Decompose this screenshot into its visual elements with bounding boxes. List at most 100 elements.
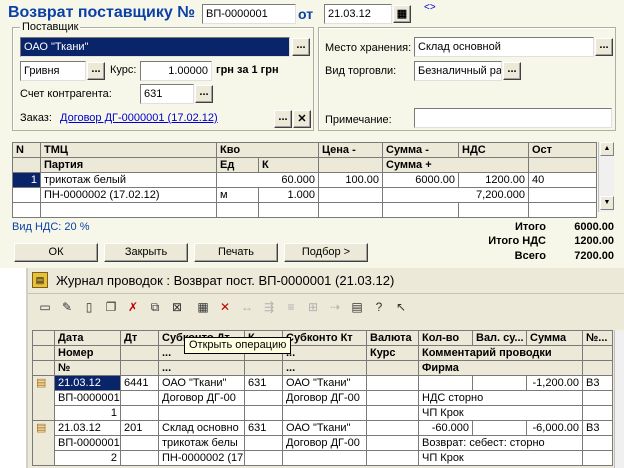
level-icon[interactable]: ≡: [282, 298, 300, 316]
table-row[interactable]: ВП-0000001 Договор ДГ-00 Договор ДГ-00 Н…: [33, 390, 613, 406]
expand-icon[interactable]: ↔: [238, 298, 256, 316]
row-qty[interactable]: 60.000: [216, 172, 319, 188]
order-select-button[interactable]: ...: [274, 110, 292, 128]
edit-entry-icon[interactable]: ✎: [58, 298, 76, 316]
entry-sub-kt[interactable]: ОАО "Ткани": [282, 375, 367, 391]
entry-kt[interactable]: 631: [244, 420, 283, 436]
pick-button[interactable]: Подбор >: [284, 243, 368, 262]
table-row[interactable]: ПН-0000002 (17.02.12) м 1.000 7,200.000: [12, 187, 597, 203]
row-price[interactable]: 100.00: [318, 172, 383, 188]
entry-kt[interactable]: 631: [244, 375, 283, 391]
remove-icon[interactable]: ✕: [216, 298, 234, 316]
table-row[interactable]: ▤ 21.03.12 201 Склад основно 631 ОАО "Тк…: [32, 420, 613, 466]
row-unit[interactable]: м: [216, 187, 259, 203]
currency-field[interactable]: Гривня: [20, 61, 86, 81]
col-vat: НДС: [458, 142, 529, 158]
entry-comment[interactable]: НДС сторно: [418, 390, 583, 406]
entry-firm[interactable]: ЧП Крок: [418, 405, 583, 421]
journal-table[interactable]: Дата Дт Субконто Дт К Субконто Кт Валюта…: [32, 330, 613, 466]
row-number[interactable]: 1: [12, 172, 41, 188]
scroll-down-icon[interactable]: ▼: [600, 196, 614, 210]
entry-date[interactable]: 21.03.12: [54, 375, 121, 391]
order-clear-button[interactable]: ✕: [293, 110, 311, 128]
row-sum-plus[interactable]: 7,200.000: [382, 187, 529, 203]
entry-dt[interactable]: 201: [120, 420, 159, 436]
trade-select-button[interactable]: ...: [503, 62, 521, 80]
entry-comment[interactable]: Возврат: себест: сторно: [418, 435, 583, 451]
rate-field[interactable]: 1.00000: [140, 61, 212, 81]
entry-number[interactable]: ВП-0000001: [54, 435, 121, 451]
entry-no[interactable]: 1: [54, 405, 121, 421]
row-ost[interactable]: 40: [528, 172, 597, 188]
journal-header-row-2: Номер ... ... Курс Комментарий проводки: [32, 345, 613, 361]
currency-select-button[interactable]: ...: [87, 62, 105, 80]
goods-table[interactable]: N ТМЦ Кво Цена - Сумма - НДС Ост Партия …: [12, 142, 597, 218]
calendar-button[interactable]: ▦: [393, 5, 411, 23]
date-field[interactable]: 21.03.12: [324, 4, 392, 24]
entry-sub-dt[interactable]: ОАО "Ткани": [158, 375, 245, 391]
entry-sum[interactable]: -6,000.00: [526, 420, 583, 436]
entry-qty[interactable]: -60.000: [418, 420, 473, 436]
doc-number-field[interactable]: ВП-0000001: [202, 4, 296, 24]
entry-number[interactable]: ВП-0000001: [54, 390, 121, 406]
delete-mark-icon[interactable]: ✗: [124, 298, 142, 316]
table-row-empty[interactable]: [12, 202, 597, 218]
entry-no[interactable]: 2: [54, 450, 121, 466]
journal-window: ▤ Журнал проводок : Возврат пост. ВП-000…: [26, 268, 624, 468]
entry-sub-dt[interactable]: Склад основно: [158, 420, 245, 436]
print-button[interactable]: Печать: [194, 243, 278, 262]
entry-dt[interactable]: 6441: [120, 375, 159, 391]
row-item[interactable]: трикотаж белый: [40, 172, 217, 188]
table-row[interactable]: 2 ПН-0000002 (17 ЧП Крок: [33, 450, 613, 466]
table-row[interactable]: 1 трикотаж белый 60.000 100.00 6000.00 1…: [12, 172, 597, 188]
supplier-field[interactable]: ОАО "Ткани": [20, 37, 290, 57]
cancel-icon[interactable]: ⊠: [168, 298, 186, 316]
table-row[interactable]: 1 ЧП Крок: [33, 405, 613, 421]
total-vat-label: Итого НДС: [488, 235, 546, 247]
entry-qty[interactable]: [418, 375, 473, 391]
settings-icon[interactable]: ▤: [348, 298, 366, 316]
journal-scrollbar[interactable]: [614, 330, 624, 468]
row-batch[interactable]: ПН-0000002 (17.02.12): [40, 187, 217, 203]
sort-icon[interactable]: ⇶: [260, 298, 278, 316]
open-operation-icon[interactable]: ▦: [194, 298, 212, 316]
entry-sum[interactable]: -1,200.00: [526, 375, 583, 391]
jcol-jn: №...: [582, 330, 613, 346]
trade-field[interactable]: Безналичный ра: [414, 61, 502, 81]
storage-field[interactable]: Склад основной: [414, 37, 594, 57]
note-field[interactable]: [414, 108, 612, 128]
jcol-dt: Дт: [120, 330, 159, 346]
account-field[interactable]: 631: [140, 84, 194, 104]
col-item: ТМЦ: [40, 142, 217, 158]
jcol-sum: Сумма: [526, 330, 583, 346]
filter-icon[interactable]: ⧉: [146, 298, 164, 316]
storage-select-button[interactable]: ...: [595, 38, 613, 56]
entry-sub-kt[interactable]: ОАО "Ткани": [282, 420, 367, 436]
group-icon[interactable]: ⊞: [304, 298, 322, 316]
row-sum[interactable]: 6000.00: [382, 172, 459, 188]
journal-header-row-3: № ... ... Фирма: [32, 360, 613, 376]
scroll-up-icon[interactable]: ▲: [600, 142, 614, 156]
entry-firm[interactable]: ЧП Крок: [418, 450, 583, 466]
supplier-select-button[interactable]: ...: [292, 38, 310, 56]
ok-button[interactable]: ОК: [14, 243, 98, 262]
entry-jn[interactable]: В3: [582, 375, 613, 391]
journal-window-icon: ▤: [32, 272, 48, 288]
copy-icon[interactable]: ❐: [102, 298, 120, 316]
table-row[interactable]: ВП-0000001 трикотаж белы Договор ДГ-00 В…: [33, 435, 613, 451]
order-link[interactable]: Договор ДГ-0000001 (17.02.12): [60, 112, 218, 124]
context-help-icon[interactable]: ↖: [392, 298, 410, 316]
new-entry-icon[interactable]: ▭: [36, 298, 54, 316]
tree-icon[interactable]: ⇢: [326, 298, 344, 316]
table-row[interactable]: ▤ 21.03.12 6441 ОАО "Ткани" 631 ОАО "Тка…: [32, 375, 613, 421]
help-icon[interactable]: ?: [370, 298, 388, 316]
close-button[interactable]: Закрыть: [104, 243, 188, 262]
entry-jn[interactable]: В3: [582, 420, 613, 436]
row-vat[interactable]: 1200.00: [458, 172, 529, 188]
nav-arrows-icon[interactable]: <>: [424, 2, 436, 13]
row-k[interactable]: 1.000: [258, 187, 319, 203]
document-icon[interactable]: ▯: [80, 298, 98, 316]
account-select-button[interactable]: ...: [195, 85, 213, 103]
entry-date[interactable]: 21.03.12: [54, 420, 121, 436]
goods-scrollbar[interactable]: ▲ ▼: [598, 142, 614, 212]
